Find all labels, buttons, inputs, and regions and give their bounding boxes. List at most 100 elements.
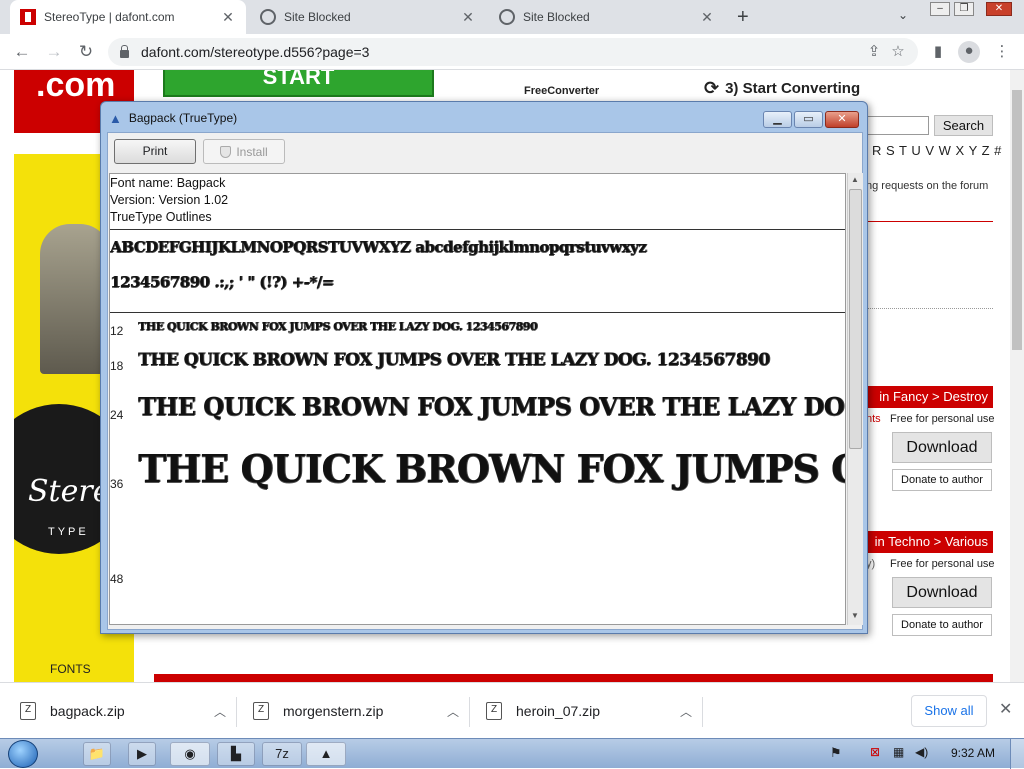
donate-button[interactable]: Donate to author (892, 614, 992, 636)
sidebar-fonts-label: FONTS (50, 662, 91, 676)
globe-icon (499, 9, 515, 25)
close-tab-icon[interactable]: ✕ (220, 9, 236, 26)
chevron-up-icon[interactable]: ︿ (680, 703, 692, 720)
size-label-48: 48 (110, 572, 124, 586)
search-input[interactable] (866, 116, 929, 135)
close-shelf-icon[interactable]: ✕ (999, 699, 1012, 719)
dialog-minimize-icon[interactable]: ▁ (763, 111, 792, 128)
page-scrollbar-thumb[interactable] (1012, 90, 1022, 350)
shield-icon (220, 145, 232, 158)
start-orb-icon[interactable] (8, 740, 38, 768)
close-tab-icon[interactable]: ✕ (460, 9, 476, 26)
digits-sample: 1234567890 .:,; ' " (!?) +-*/= (110, 273, 334, 291)
dialog-maximize-icon[interactable]: ▭ (794, 111, 823, 128)
download-button[interactable]: Download (892, 577, 992, 608)
category-bar-techno[interactable]: in Techno > Various (866, 531, 993, 553)
back-icon[interactable]: ← (10, 40, 34, 64)
dialog-close-icon[interactable]: ✕ (825, 111, 859, 128)
dialog-body: Print Install Font name: Bagpack Version… (107, 132, 863, 630)
tab-site-blocked-1[interactable]: Site Blocked ✕ (250, 0, 486, 34)
scroll-down-icon[interactable]: ▼ (851, 611, 859, 620)
font-preview-area[interactable]: Font name: Bagpack Version: Version 1.02… (109, 173, 846, 625)
zip-file-icon: Z (20, 702, 36, 720)
size-label-18: 18 (110, 359, 124, 373)
reload-icon[interactable]: ↻ (74, 40, 98, 64)
network-icon[interactable]: ▦ (893, 745, 904, 759)
tab-search-chevron-icon[interactable]: ⌄ (898, 8, 908, 22)
dialog-title: Bagpack (TrueType) (128, 111, 238, 125)
chevron-up-icon[interactable]: ︿ (214, 703, 226, 720)
dialog-titlebar[interactable]: ▲ Bagpack (TrueType) (109, 108, 609, 128)
shelf-divider (236, 697, 237, 727)
category-bar-fancy[interactable]: in Fancy > Destroy (866, 386, 993, 408)
preview-scrollbar[interactable]: ▲ ▼ (847, 173, 863, 625)
bookmark-star-icon[interactable]: ☆ (888, 42, 908, 62)
license-text: Free for personal use (890, 413, 995, 425)
profile-avatar-icon[interactable]: ● (958, 41, 980, 63)
address-bar[interactable]: dafont.com/stereotype.d556?page=3 (108, 38, 918, 66)
zip-file-icon: Z (486, 702, 502, 720)
menu-kebab-icon[interactable]: ⋮ (992, 42, 1012, 62)
side-panel-icon[interactable]: ▮ (928, 42, 948, 62)
browser-toolbar: ← → ↻ dafont.com/stereotype.d556?page=3 … (0, 34, 1024, 70)
7zip-taskbar-icon[interactable]: 7z (262, 742, 302, 766)
chevron-up-icon[interactable]: ︿ (447, 703, 459, 720)
license-text: Free for personal use (890, 558, 995, 570)
url-text: dafont.com/stereotype.d556?page=3 (141, 44, 370, 60)
font-viewer-taskbar-icon[interactable]: ▲ (306, 742, 346, 766)
close-window-icon[interactable]: ✕ (986, 2, 1012, 16)
tab-title: Site Blocked (523, 10, 590, 24)
alphabet-nav[interactable]: R S T U V W X Y Z # (872, 143, 1002, 158)
download-item[interactable]: Z heroin_07.zip ︿ (486, 693, 692, 729)
install-button[interactable]: Install (203, 139, 285, 164)
sample-line-24: THE QUICK BROWN FOX JUMPS OVER THE LAZY … (138, 392, 845, 421)
tray-alert-icon[interactable]: ⊠ (870, 745, 880, 759)
share-icon[interactable]: ⇪ (864, 42, 884, 62)
app-taskbar-icon[interactable]: ▙ (217, 742, 255, 766)
converting-arrows-icon: ⟳ (704, 78, 720, 98)
minimize-window-icon[interactable]: – (930, 2, 950, 16)
forum-notice: ng requests on the forum (866, 170, 993, 222)
download-button[interactable]: Download (892, 432, 992, 463)
font-outlines-text: TrueType Outlines (110, 210, 212, 224)
forum-text: ng requests on the forum (866, 180, 989, 192)
explorer-taskbar-icon[interactable]: 📁 (83, 742, 111, 766)
donate-button[interactable]: Donate to author (892, 469, 992, 491)
forward-icon[interactable]: → (42, 40, 66, 64)
font-preview-window: ▲ Bagpack (TrueType) ▁ ▭ ✕ Print Install… (100, 101, 868, 634)
dafont-favicon (20, 9, 36, 25)
preview-scroll-thumb[interactable] (849, 189, 862, 449)
font-version-text: Version: Version 1.02 (110, 193, 229, 207)
card-link-stub[interactable]: nts (866, 413, 881, 425)
tab-site-blocked-2[interactable]: Site Blocked ✕ (489, 0, 725, 34)
ad-start-converting: ⟳ 3) Start Converting (704, 78, 860, 99)
scroll-up-icon[interactable]: ▲ (851, 175, 859, 184)
clock-time[interactable]: 9:32 AM (951, 746, 995, 760)
download-filename: bagpack.zip (50, 703, 125, 719)
volume-icon[interactable]: ◀) (915, 745, 928, 759)
search-button[interactable]: Search (934, 115, 993, 136)
info-divider (110, 229, 845, 230)
shelf-divider (469, 697, 470, 727)
font-name-text: Font name: Bagpack (110, 176, 226, 190)
close-tab-icon[interactable]: ✕ (699, 9, 715, 26)
chrome-taskbar-icon[interactable]: ◉ (170, 742, 210, 766)
new-tab-icon[interactable]: + (737, 6, 749, 29)
bottom-red-bar (154, 674, 993, 682)
download-item[interactable]: Z bagpack.zip ︿ (20, 693, 226, 729)
download-item[interactable]: Z morgenstern.zip ︿ (253, 693, 459, 729)
tab-title: Site Blocked (284, 10, 351, 24)
print-button[interactable]: Print (114, 139, 196, 164)
restore-window-icon[interactable]: ❐ (954, 2, 974, 16)
sample-line-18: THE QUICK BROWN FOX JUMPS OVER THE LAZY … (138, 350, 770, 370)
action-center-icon[interactable]: ⚑ (830, 745, 842, 761)
show-desktop-button[interactable] (1010, 739, 1024, 769)
install-label: Install (236, 144, 268, 159)
tab-stereotype[interactable]: StereoType | dafont.com ✕ (10, 0, 246, 34)
sample-divider (110, 312, 845, 313)
ad-start-button[interactable]: START (163, 70, 434, 97)
show-all-button[interactable]: Show all (911, 695, 987, 727)
tab-title: StereoType | dafont.com (44, 10, 175, 24)
sidebar-brand: Stere (28, 474, 111, 509)
media-player-taskbar-icon[interactable]: ▶ (128, 742, 156, 766)
